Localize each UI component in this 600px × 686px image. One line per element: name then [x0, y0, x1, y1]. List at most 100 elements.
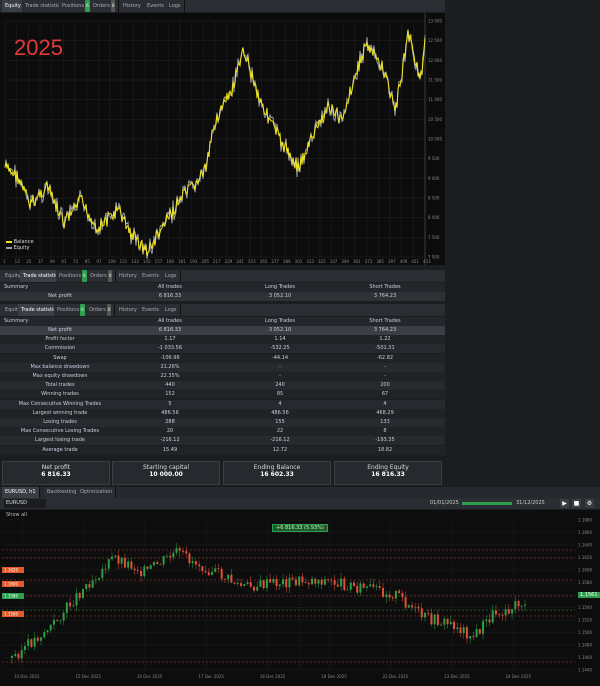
candle-body [430, 613, 433, 625]
candle-body [243, 584, 246, 586]
candle-body [282, 579, 285, 585]
candle-body [472, 636, 475, 637]
tab-history[interactable]: History [116, 270, 141, 282]
date-to[interactable]: 31/12/2025 [516, 499, 545, 508]
tab-backtesting[interactable]: Backtesting [44, 487, 81, 498]
x-tick-label: 433 [423, 259, 431, 264]
candle-body [204, 571, 207, 573]
stats-cell: Largest losing trade [35, 437, 85, 444]
tab-logs[interactable]: Logs [162, 304, 181, 316]
tab-history[interactable]: History [116, 304, 141, 316]
candle-body [298, 576, 301, 586]
chart-legend: Balance Equity [6, 239, 34, 251]
candle-body [417, 606, 420, 609]
candle-body [75, 593, 78, 606]
candle-body [411, 605, 414, 608]
tab-symbol-chart[interactable]: EURUSD, h1 [2, 487, 40, 498]
tab-orders[interactable]: Orders 0 [90, 0, 120, 12]
x-tick-label: 37 [38, 259, 44, 264]
candle-body [211, 571, 214, 575]
candle-body [330, 580, 333, 581]
tab-label: History [123, 3, 141, 9]
tab-positions[interactable]: Positions 6 [59, 0, 94, 12]
candle-body [236, 583, 239, 584]
show-all-toggle[interactable]: Show all [6, 512, 27, 518]
tab-history[interactable]: History [120, 0, 145, 12]
y-tick-label: 12 000 [428, 58, 442, 63]
candle-body [333, 580, 336, 585]
stats-cell: 8 [383, 428, 387, 435]
candle-body [443, 618, 446, 625]
price-tick-label: 1.1620 [578, 555, 592, 560]
x-tick-label: 325 [318, 259, 326, 264]
x-tick-label: 421 [411, 259, 419, 264]
stats-cell: 468.29 [376, 409, 394, 416]
y-tick-label: 8 000 [428, 215, 440, 220]
candle-body [456, 627, 459, 630]
tab-logs[interactable]: Logs [162, 270, 181, 282]
stats-cell: - [279, 363, 281, 370]
pnl-label: +6 816.33 (5.93%) [272, 524, 328, 532]
stats-cell: 1.17 [164, 336, 176, 343]
stats-cell: - [279, 373, 281, 379]
order-marker-label: 1.1600 [4, 582, 18, 587]
candle-body [304, 582, 307, 584]
candle-body [30, 639, 33, 647]
candle-body [52, 619, 55, 625]
x-tick-label: 157 [155, 259, 163, 264]
x-tick-label: 145 [143, 259, 151, 264]
candle-body [91, 580, 94, 588]
stats-cell: 200 [380, 382, 390, 389]
settings-icon[interactable]: ⚙ [585, 499, 594, 508]
candle-body [78, 593, 81, 598]
stats-cell: Max balance drawdown [30, 363, 90, 370]
candle-body [375, 586, 378, 587]
tab-events[interactable]: Events [139, 270, 163, 282]
tab-optimization[interactable]: Optimization [77, 487, 116, 498]
time-tick-label: 24 Dec 2025 [506, 674, 532, 679]
tab-events[interactable]: Events [139, 304, 163, 316]
stats-cell: Average trade [42, 446, 78, 453]
x-tick-label: 49 [50, 259, 56, 264]
date-from[interactable]: 01/01/2025 [430, 499, 459, 508]
y-tick-label: 11 500 [428, 78, 442, 83]
candle-body [288, 577, 291, 588]
candle-body [311, 578, 314, 585]
candle-body [488, 619, 491, 623]
stats-cell: 3 764.23 [373, 327, 397, 333]
stop-button[interactable]: ■ [572, 499, 581, 508]
tab-orders[interactable]: Orders 0 [87, 270, 117, 282]
bottom-tab-bar: EURUSD, h1 Backtesting Optimization [0, 487, 600, 498]
stats-cell: 486.56 [271, 409, 289, 416]
stats-cell: 5 [168, 400, 172, 407]
tab-positions[interactable]: Positions 6 [56, 270, 91, 282]
stats-cell: - [384, 373, 386, 379]
candle-body [62, 612, 65, 621]
symbol-selector[interactable]: EURUSD [4, 499, 46, 508]
y-tick-label: 9 000 [428, 176, 440, 181]
price-tick-label: 1.1500 [578, 630, 592, 635]
y-tick-label: 11 000 [428, 97, 442, 102]
x-tick-label: 241 [236, 259, 244, 264]
card-starting-capital: Starting capital 10 000.00 [112, 461, 220, 485]
candle-body [320, 579, 323, 585]
play-button[interactable]: ▶ [560, 499, 569, 508]
tab-events[interactable]: Events [144, 0, 168, 12]
stats-cell: 240 [275, 382, 285, 389]
positions-count-badge: 6 [85, 0, 90, 12]
candle-body [365, 586, 368, 588]
tab-orders[interactable]: Orders 0 [86, 304, 116, 316]
orders-count-badge: 0 [110, 0, 116, 12]
x-tick-label: 97 [96, 259, 102, 264]
stats-cell: 440 [165, 382, 175, 389]
x-tick-label: 25 [26, 259, 32, 264]
stats-cell: -216.12 [270, 437, 290, 444]
candle-body [178, 548, 181, 551]
stats-cell: 288 [165, 419, 175, 425]
tab-positions[interactable]: Positions 6 [54, 304, 89, 316]
tab-logs[interactable]: Logs [166, 0, 185, 12]
candle-body [246, 582, 249, 585]
candle-body [504, 609, 507, 616]
candle-body [427, 612, 430, 614]
card-net-profit: Net profit 6 816.33 [2, 461, 110, 485]
